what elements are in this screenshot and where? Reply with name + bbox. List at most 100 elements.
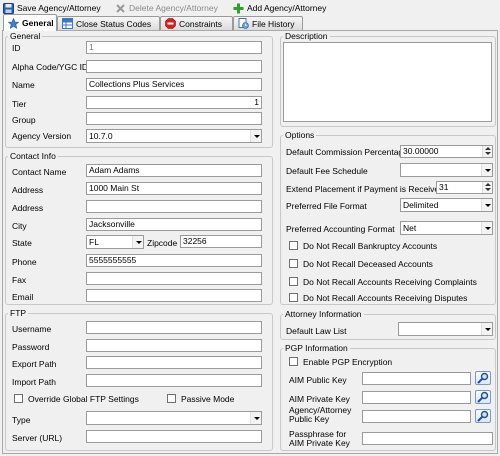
tab-close-status-codes-label: Close Status Codes [76,18,152,29]
export-path-field[interactable] [86,356,262,369]
browse-agency-key-button[interactable] [475,409,491,423]
group-field[interactable] [86,112,262,125]
chevron-down-icon [481,164,492,176]
add-button[interactable]: Add Agency/Attorney [233,1,326,15]
state-value: FL [89,237,99,247]
fee-schedule-label: Default Fee Schedule [286,166,368,176]
recall-complaints-checkbox[interactable] [289,277,298,286]
name-label: Name [12,80,35,90]
chevron-down-icon [481,323,492,335]
address2-field[interactable] [86,200,262,213]
magnifier-icon [477,410,489,422]
type-label: Type [12,415,31,425]
options-group-label: Options [283,130,317,140]
floppy-disk-icon [3,2,14,14]
state-label: State [12,238,32,248]
commission-label: Default Commission Percentage [286,147,408,157]
tab-general[interactable]: General [3,14,57,31]
stop-sign-icon [165,18,176,29]
tab-file-history[interactable]: File History [233,16,303,30]
file-format-select[interactable]: Delimited [400,198,493,212]
spinner-arrows-icon[interactable] [482,146,492,157]
chevron-down-icon [132,236,143,248]
agency-version-select[interactable]: 10.7.0 [86,129,262,143]
passive-mode-label: Passive Mode [181,394,235,404]
save-button[interactable]: Save Agency/Attorney [3,1,101,15]
import-path-label: Import Path [12,377,56,387]
chevron-down-icon [481,222,492,234]
delete-label: Delete Agency/Attorney [129,3,218,13]
city-label: City [12,221,27,231]
law-list-label: Default Law List [286,326,347,336]
accounting-format-select[interactable]: Net [400,221,493,235]
file-format-value: Delimited [403,200,439,210]
browse-public-key-button[interactable] [475,371,491,385]
override-ftp-checkbox[interactable] [14,394,23,403]
city-field[interactable]: Jacksonville [86,218,262,231]
accounting-format-value: Net [403,223,417,233]
enable-pgp-label: Enable PGP Encryption [303,357,393,367]
file-format-label: Preferred File Format [286,201,367,211]
passive-mode-checkbox[interactable] [167,394,176,403]
tier-label: Tier [12,99,27,109]
tab-general-label: General [22,18,54,28]
name-field[interactable]: Collections Plus Services [86,78,262,91]
magnifier-icon [477,372,489,384]
recall-deceased-checkbox[interactable] [289,259,298,268]
law-list-select[interactable] [398,322,493,336]
contact-name-field[interactable]: Adam Adams [86,164,262,177]
aim-private-key-label: AIM Private Key [289,394,350,404]
recall-disputes-checkbox[interactable] [289,293,298,302]
ftp-group-label: FTP [8,308,29,318]
recall-bankruptcy-label: Do Not Recall Bankruptcy Accounts [303,241,438,251]
agency-version-value: 10.7.0 [89,131,113,141]
delete-x-icon [115,3,126,14]
override-ftp-label: Override Global FTP Settings [28,394,139,404]
pgp-info-group-label: PGP Information [283,343,350,353]
alpha-code-field[interactable] [86,60,262,73]
tab-close-status-codes[interactable]: Close Status Codes [57,16,160,30]
commission-field[interactable]: 30.00000 [400,145,493,158]
aim-public-key-label: AIM Public Key [289,375,347,385]
password-label: Password [12,342,50,352]
import-path-field[interactable] [86,374,262,387]
state-select[interactable]: FL [86,235,144,249]
enable-pgp-checkbox[interactable] [289,357,298,366]
address1-field[interactable]: 1000 Main St [86,182,262,195]
extend-placement-field[interactable]: 31 [436,181,493,194]
tab-constraints[interactable]: Constraints [160,16,233,30]
passphrase-field[interactable] [362,432,493,445]
phone-field[interactable]: 5555555555 [86,254,262,267]
zipcode-label: Zipcode [147,238,178,248]
aim-public-key-field[interactable] [362,372,471,385]
password-field[interactable] [86,339,262,352]
spinner-arrows-icon[interactable] [482,182,492,193]
aim-private-key-field[interactable] [362,391,471,404]
zipcode-field[interactable]: 32256 [180,235,262,248]
tab-constraints-label: Constraints [179,18,222,29]
fee-schedule-select[interactable] [400,163,493,177]
recall-complaints-label: Do Not Recall Accounts Receiving Complai… [303,277,477,287]
email-label: Email [12,292,34,302]
extend-placement-label: Extend Placement if Payment is Received [286,184,444,194]
browse-private-key-button[interactable] [475,390,491,404]
ftp-type-select[interactable] [86,411,262,425]
tier-field[interactable]: 1 [86,96,262,109]
contact-info-group-label: Contact Info [8,151,58,161]
group-label: Group [12,115,36,125]
fax-field[interactable] [86,272,262,285]
email-field[interactable] [86,289,262,302]
phone-label: Phone [12,257,37,267]
description-textarea[interactable] [283,42,492,122]
id-field[interactable]: 1 [86,41,262,54]
recall-bankruptcy-checkbox[interactable] [289,241,298,250]
file-history-icon [238,18,249,29]
delete-button[interactable]: Delete Agency/Attorney [115,1,218,15]
server-url-field[interactable] [86,430,262,443]
alpha-code-label: Alpha Code/YGC ID [12,62,89,72]
agency-public-key-field[interactable] [362,410,471,423]
chevron-down-icon [481,199,492,211]
username-field[interactable] [86,321,262,334]
address2-label: Address [12,203,44,213]
passphrase-label: Passphrase for AIM Private Key [289,429,350,448]
